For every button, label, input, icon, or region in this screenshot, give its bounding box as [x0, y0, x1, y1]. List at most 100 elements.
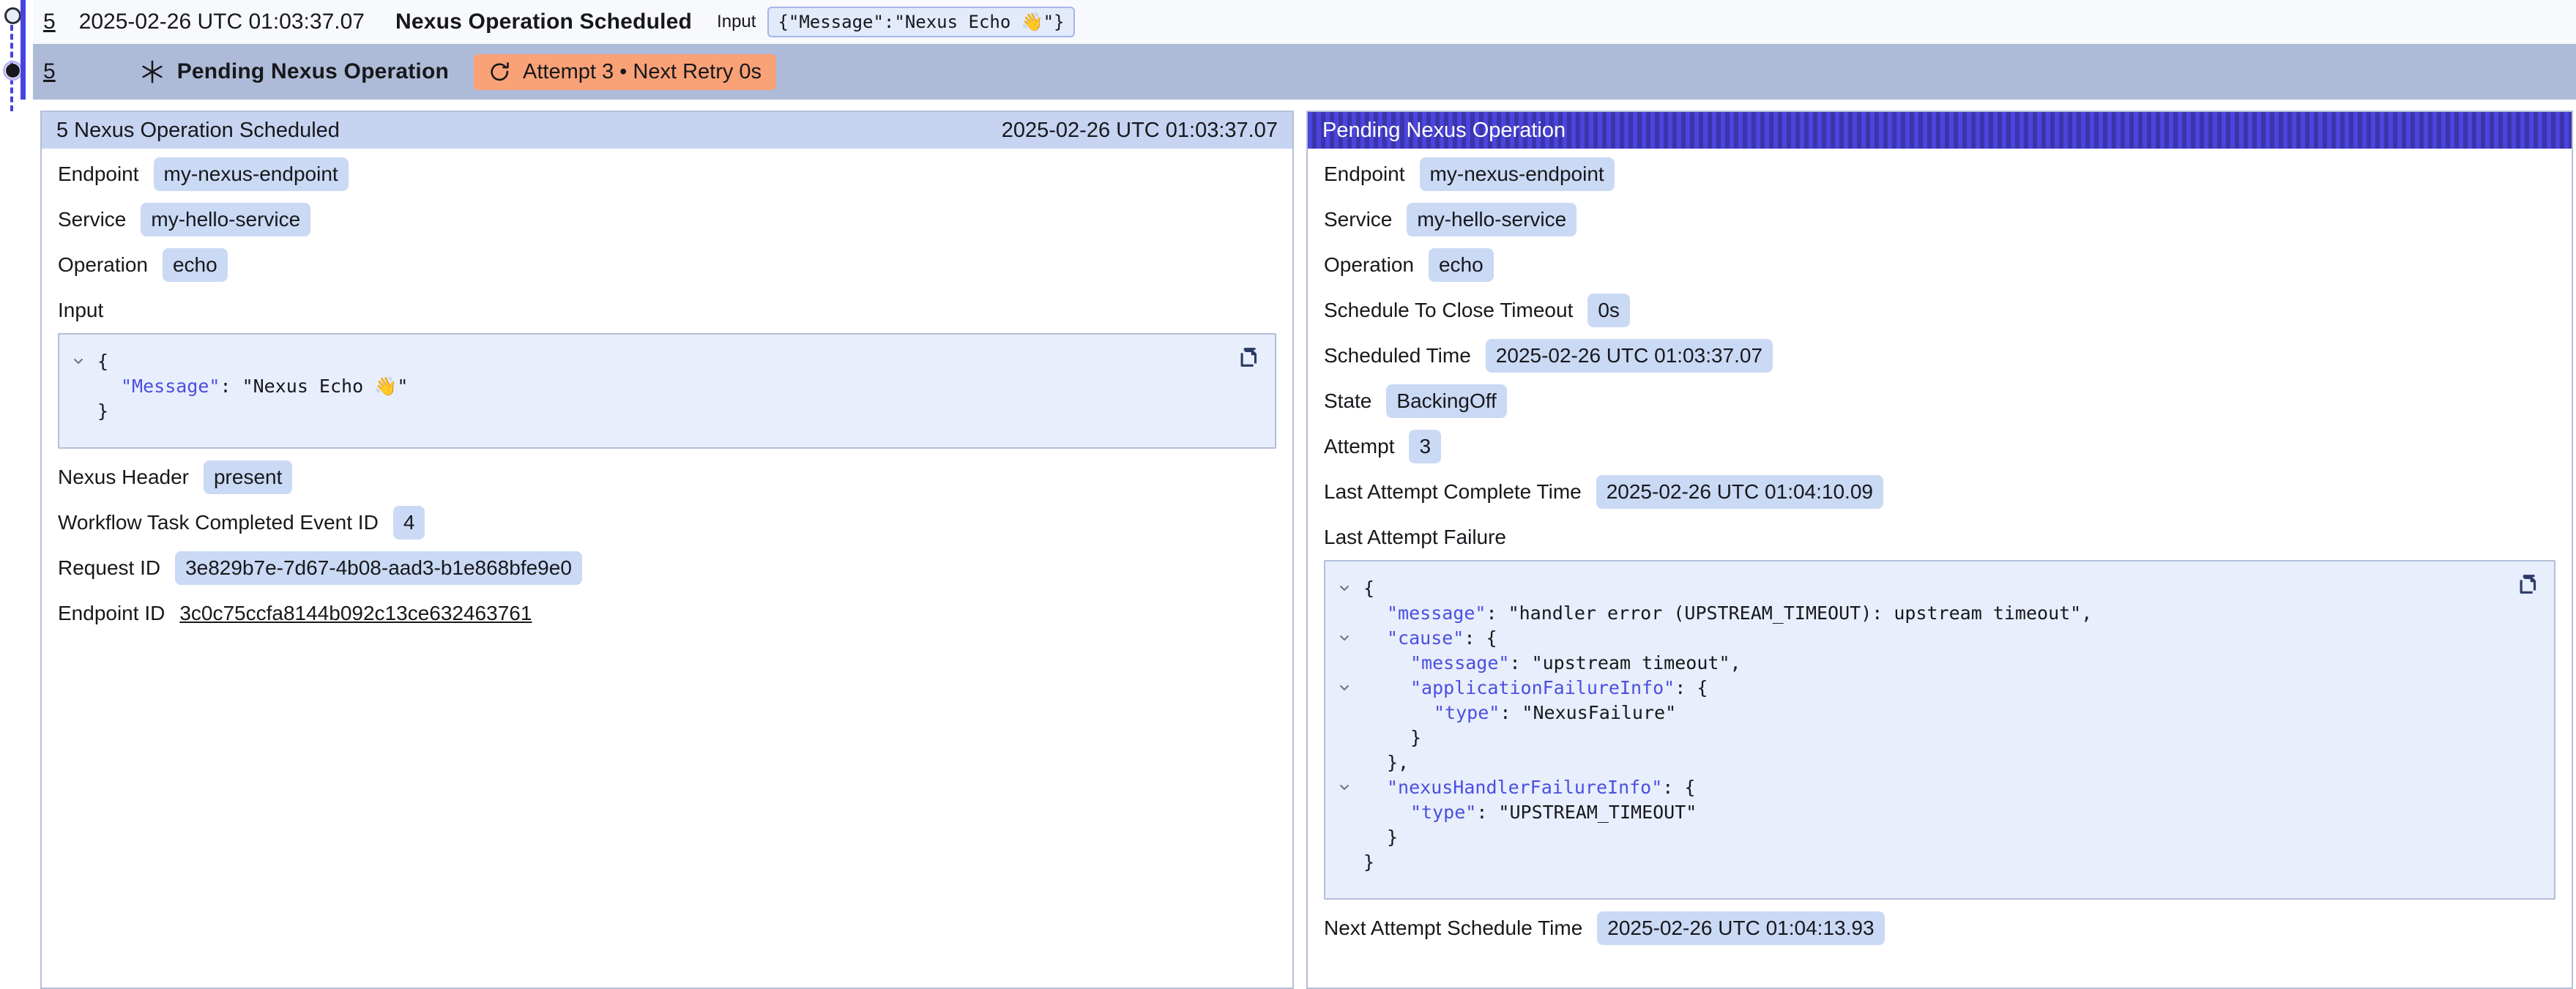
field-label: Request ID: [58, 556, 160, 580]
json-text: : "NexusFailure": [1500, 702, 1676, 723]
field-label: Nexus Header: [58, 466, 189, 489]
event-history-rows: 5 2025-02-26 UTC 01:03:37.07 Nexus Opera…: [33, 0, 2576, 100]
field-attempt: Attempt 3: [1324, 424, 2555, 469]
field-label: Attempt: [1324, 435, 1394, 458]
json-key: "type": [1410, 802, 1476, 823]
json-key: "message": [1410, 652, 1509, 673]
field-workflow-task-completed-event-id: Workflow Task Completed Event ID 4: [58, 500, 1276, 545]
attempt-retry-text: Attempt 3 • Next Retry 0s: [523, 60, 762, 84]
field-endpoint-id: Endpoint ID 3c0c75ccfa8144b092c13ce63246…: [58, 591, 1276, 636]
json-code-line: {: [59, 349, 1224, 374]
state-badge: BackingOff: [1386, 384, 1506, 418]
json-key: "type": [1434, 702, 1500, 723]
json-code-line: }: [59, 399, 1224, 424]
field-label: State: [1324, 389, 1371, 413]
field-value-badge: 3e829b7e-7d67-4b08-aad3-b1e868bfe9e0: [175, 551, 582, 585]
panel-body: Endpoint my-nexus-endpoint Service my-he…: [42, 149, 1292, 636]
field-value-badge: my-hello-service: [141, 203, 310, 236]
field-label: Scheduled Time: [1324, 344, 1471, 367]
json-code-line: "cause": {: [1325, 626, 2503, 651]
field-state: State BackingOff: [1324, 378, 2555, 424]
field-value-badge: echo: [1429, 248, 1494, 282]
field-endpoint: Endpoint my-nexus-endpoint: [1324, 152, 2555, 197]
json-text: : {: [1675, 677, 1708, 698]
json-key: "nexusHandlerFailureInfo": [1387, 777, 1662, 798]
active-event-indicator-bar: [21, 0, 26, 100]
event-name: Nexus Operation Scheduled: [395, 10, 692, 34]
copy-icon: [2516, 572, 2541, 597]
json-text: },: [1387, 752, 1409, 773]
event-row-nexus-operation-scheduled[interactable]: 5 2025-02-26 UTC 01:03:37.07 Nexus Opera…: [33, 0, 2576, 44]
json-code-line: "message": "upstream timeout",: [1325, 651, 2503, 676]
field-operation: Operation echo: [58, 242, 1276, 288]
field-label: Next Attempt Schedule Time: [1324, 917, 1582, 940]
json-key: "message": [1387, 602, 1486, 624]
event-detail-panels: 5 Nexus Operation Scheduled 2025-02-26 U…: [40, 111, 2576, 989]
field-label: Endpoint ID: [58, 602, 165, 625]
input-label: Input: [717, 12, 756, 32]
panel-body: Endpoint my-nexus-endpoint Service my-he…: [1308, 149, 2572, 951]
json-text: }: [1410, 727, 1421, 748]
collapse-chevron-icon[interactable]: [1337, 680, 1352, 695]
field-label: Last Attempt Failure: [1324, 526, 1506, 549]
field-label: Schedule To Close Timeout: [1324, 299, 1573, 322]
field-value-badge: present: [204, 460, 292, 494]
field-service: Service my-hello-service: [1324, 197, 2555, 242]
json-code-line: }: [1325, 850, 2503, 875]
field-value-badge: 4: [393, 506, 425, 540]
field-nexus-header: Nexus Header present: [58, 455, 1276, 500]
field-value-badge: my-nexus-endpoint: [154, 157, 349, 191]
nexus-operation-scheduled-panel: 5 Nexus Operation Scheduled 2025-02-26 U…: [40, 111, 1294, 989]
input-json-viewer: {"Message": "Nexus Echo 👋"}: [58, 333, 1276, 449]
json-key: "Message": [121, 376, 220, 397]
panel-title: Pending Nexus Operation: [1322, 119, 1566, 143]
json-text: : "handler error (UPSTREAM_TIMEOUT): ups…: [1486, 602, 2092, 624]
json-code-line: "nexusHandlerFailureInfo": {: [1325, 775, 2503, 800]
field-operation: Operation echo: [1324, 242, 2555, 288]
json-text: {: [1363, 578, 1374, 599]
json-code-line: "Message": "Nexus Echo 👋": [59, 374, 1224, 399]
json-code-line: "applicationFailureInfo": {: [1325, 676, 2503, 701]
field-input-label: Input: [58, 288, 1276, 333]
collapse-chevron-icon[interactable]: [1337, 780, 1352, 794]
json-text: }: [1387, 826, 1398, 848]
panel-timestamp: 2025-02-26 UTC 01:03:37.07: [1002, 119, 1278, 143]
copy-button[interactable]: [2516, 572, 2541, 597]
field-value-badge: my-nexus-endpoint: [1420, 157, 1615, 191]
field-value-badge: 3: [1409, 430, 1441, 463]
panel-header: Pending Nexus Operation: [1308, 112, 2572, 149]
collapse-chevron-icon[interactable]: [71, 354, 86, 368]
field-label: Service: [58, 208, 126, 231]
collapse-chevron-icon[interactable]: [1337, 630, 1352, 645]
json-code-line: "message": "handler error (UPSTREAM_TIME…: [1325, 601, 2503, 626]
input-preview-badge: {"Message":"Nexus Echo 👋"}: [767, 7, 1074, 37]
copy-button[interactable]: [1237, 345, 1262, 370]
field-scheduled-time: Scheduled Time 2025-02-26 UTC 01:03:37.0…: [1324, 333, 2555, 378]
field-label: Operation: [58, 253, 148, 277]
field-last-attempt-failure-label: Last Attempt Failure: [1324, 515, 2555, 560]
json-code-line: }: [1325, 725, 2503, 750]
timeline-open-circle-icon: [3, 6, 23, 29]
json-text: : "Nexus Echo 👋": [220, 376, 408, 397]
json-code-line: "type": "UPSTREAM_TIMEOUT": [1325, 800, 2503, 825]
attempt-retry-badge: Attempt 3 • Next Retry 0s: [474, 54, 776, 90]
endpoint-id-link[interactable]: 3c0c75ccfa8144b092c13ce632463761: [179, 602, 532, 625]
event-row-pending-nexus-operation[interactable]: 5 Pending Nexus Operation Attempt 3 • Ne…: [33, 44, 2576, 100]
last-attempt-failure-json-viewer: {"message": "handler error (UPSTREAM_TIM…: [1324, 560, 2555, 900]
asterisk-icon: [139, 59, 165, 85]
field-value-badge: 2025-02-26 UTC 01:03:37.07: [1486, 339, 1773, 373]
event-id-link[interactable]: 5: [43, 10, 56, 34]
field-label: Last Attempt Complete Time: [1324, 480, 1582, 504]
copy-icon: [1237, 345, 1262, 370]
json-key: "applicationFailureInfo": [1410, 677, 1675, 698]
field-request-id: Request ID 3e829b7e-7d67-4b08-aad3-b1e86…: [58, 545, 1276, 591]
field-label: Endpoint: [58, 163, 139, 186]
json-code-line: },: [1325, 750, 2503, 775]
collapse-chevron-icon[interactable]: [1337, 581, 1352, 595]
field-value-badge: my-hello-service: [1407, 203, 1577, 236]
field-schedule-to-close-timeout: Schedule To Close Timeout 0s: [1324, 288, 2555, 333]
field-label: Endpoint: [1324, 163, 1405, 186]
field-endpoint: Endpoint my-nexus-endpoint: [58, 152, 1276, 197]
event-id-link[interactable]: 5: [43, 59, 56, 84]
json-code-line: {: [1325, 576, 2503, 601]
